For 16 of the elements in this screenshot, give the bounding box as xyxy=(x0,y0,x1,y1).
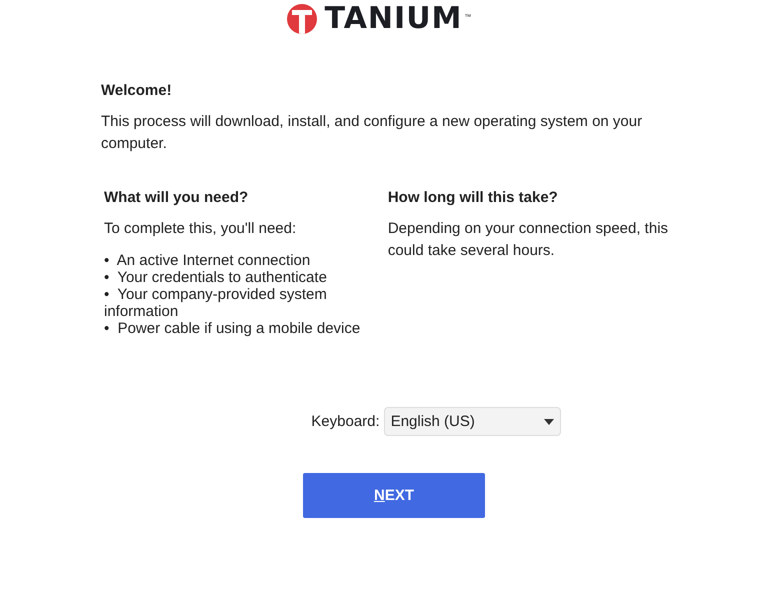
welcome-text: This process will download, install, and configure a new operating system on your computer. xyxy=(101,112,644,154)
needs-heading: What will you need? xyxy=(104,189,250,206)
requirement-item: • Power cable if using a mobile device xyxy=(104,320,362,337)
duration-text: Depending on your connection speed, this could take several hours. xyxy=(388,219,670,261)
next-button[interactable]: NEXT xyxy=(303,473,485,518)
welcome-heading: Welcome! xyxy=(101,82,173,99)
logo-wordmark: TANIUM xyxy=(324,3,462,35)
needs-intro: To complete this, you'll need: xyxy=(104,219,298,239)
keyboard-label: Keyboard: xyxy=(311,413,380,430)
keyboard-dropdown[interactable]: English (US) xyxy=(384,407,561,436)
requirement-item: • Your credentials to authenticate xyxy=(104,269,328,286)
requirement-item: • Your company-provided system information xyxy=(104,286,328,320)
duration-heading: How long will this take? xyxy=(388,189,559,206)
logo-icon xyxy=(286,4,317,34)
requirement-item: • An active Internet connection xyxy=(104,252,312,269)
caret-icon xyxy=(544,418,554,424)
